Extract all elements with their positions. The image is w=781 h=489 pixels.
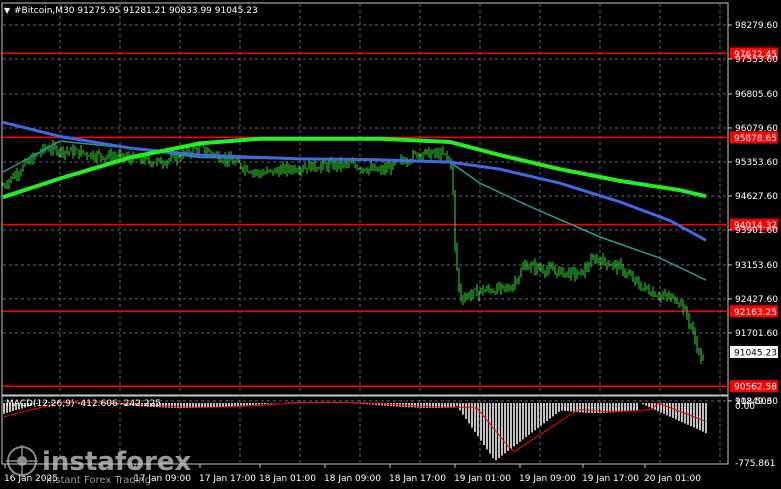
level-label: 90562.58 — [734, 383, 777, 393]
macd-tick-bottom: -775.861 — [735, 459, 775, 469]
price-tick-label: 97553.60 — [735, 55, 778, 65]
price-tick-label: 92427.60 — [735, 295, 778, 305]
price-tick-label: 93901.60 — [735, 226, 778, 236]
macd-label: MACD(12,26,9) -412.606 -242.225 — [6, 399, 161, 409]
macd-tick-zero: 0.00 — [735, 402, 755, 412]
price-tick-label: 95353.60 — [735, 158, 778, 168]
time-label: 19 Jan 01:00 — [454, 474, 511, 484]
price-tick-label: 96079.60 — [735, 124, 778, 134]
watermark-tagline: Instant Forex Trading — [46, 475, 151, 486]
time-label: 19 Jan 09:00 — [519, 474, 576, 484]
dropdown-arrow-icon[interactable]: ▼ — [4, 6, 11, 15]
price-tick-label: 91701.60 — [735, 329, 778, 339]
current-price-label: 91045.23 — [734, 349, 777, 359]
price-tick-label: 93153.60 — [735, 261, 778, 271]
price-tick-label: 96805.60 — [735, 90, 778, 100]
time-label: 19 Jan 17:00 — [582, 474, 639, 484]
time-label: 17 Jan 17:00 — [199, 474, 256, 484]
level-label: 92163.25 — [734, 308, 777, 318]
time-label: 20 Jan 01:00 — [644, 474, 701, 484]
price-tick-label: 94627.60 — [735, 192, 778, 202]
watermark-brand: instaforex — [42, 447, 192, 477]
time-label: 18 Jan 17:00 — [389, 474, 446, 484]
level-label: 95878.65 — [734, 134, 777, 144]
price-tick-label: 98279.60 — [735, 21, 778, 31]
time-label: 18 Jan 09:00 — [324, 474, 381, 484]
trading-chart[interactable]: 97672.4595878.6594014.3292163.2590562.58… — [0, 0, 781, 489]
symbol-ohlc-label: #Bitcoin,M30 91275.95 91281.21 90833.99 … — [14, 6, 258, 16]
current-price-marker: 91045.23 — [730, 346, 778, 359]
time-label: 18 Jan 01:00 — [259, 474, 316, 484]
